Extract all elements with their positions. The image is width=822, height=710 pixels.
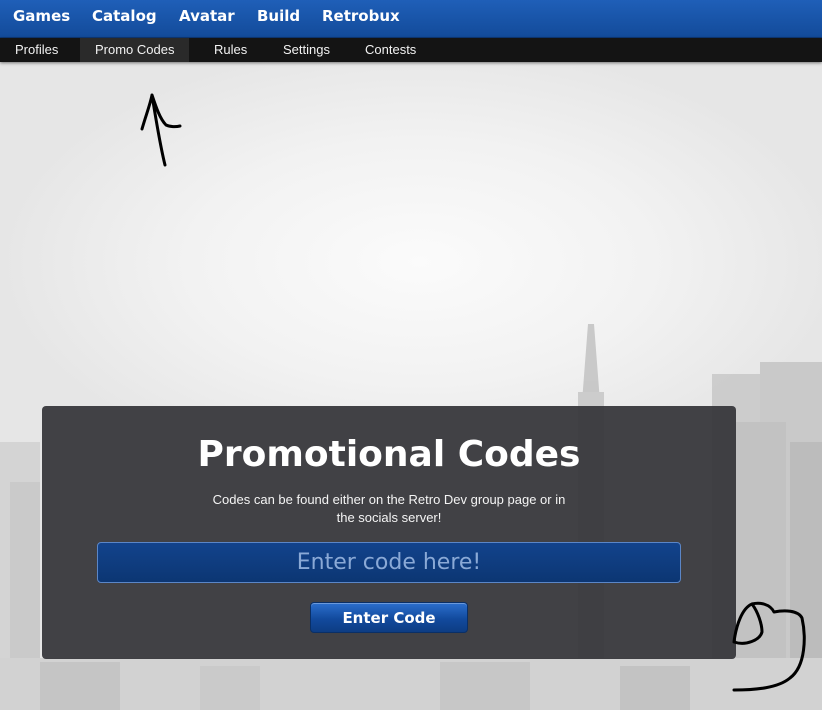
nav-retrobux[interactable]: Retrobux <box>322 7 400 25</box>
nav-build[interactable]: Build <box>257 7 300 25</box>
nav-catalog[interactable]: Catalog <box>92 7 157 25</box>
subnav-profiles[interactable]: Profiles <box>0 38 73 62</box>
nav-games[interactable]: Games <box>13 7 70 25</box>
subnav-rules[interactable]: Rules <box>199 38 262 62</box>
subnav-promo-codes[interactable]: Promo Codes <box>80 38 190 62</box>
nav-avatar[interactable]: Avatar <box>179 7 235 25</box>
page-title: Promotional Codes <box>197 434 581 475</box>
top-nav: Games Catalog Avatar Build Retrobux <box>0 0 822 38</box>
enter-code-button[interactable]: Enter Code <box>310 602 468 633</box>
promo-panel: Promotional Codes Codes can be found eit… <box>42 406 736 659</box>
subnav-contests[interactable]: Contests <box>350 38 431 62</box>
promo-code-input[interactable] <box>97 542 681 583</box>
subnav-settings[interactable]: Settings <box>268 38 345 62</box>
promo-description: Codes can be found either on the Retro D… <box>212 492 566 525</box>
sub-nav: Profiles Promo Codes Rules Settings Cont… <box>0 38 822 62</box>
